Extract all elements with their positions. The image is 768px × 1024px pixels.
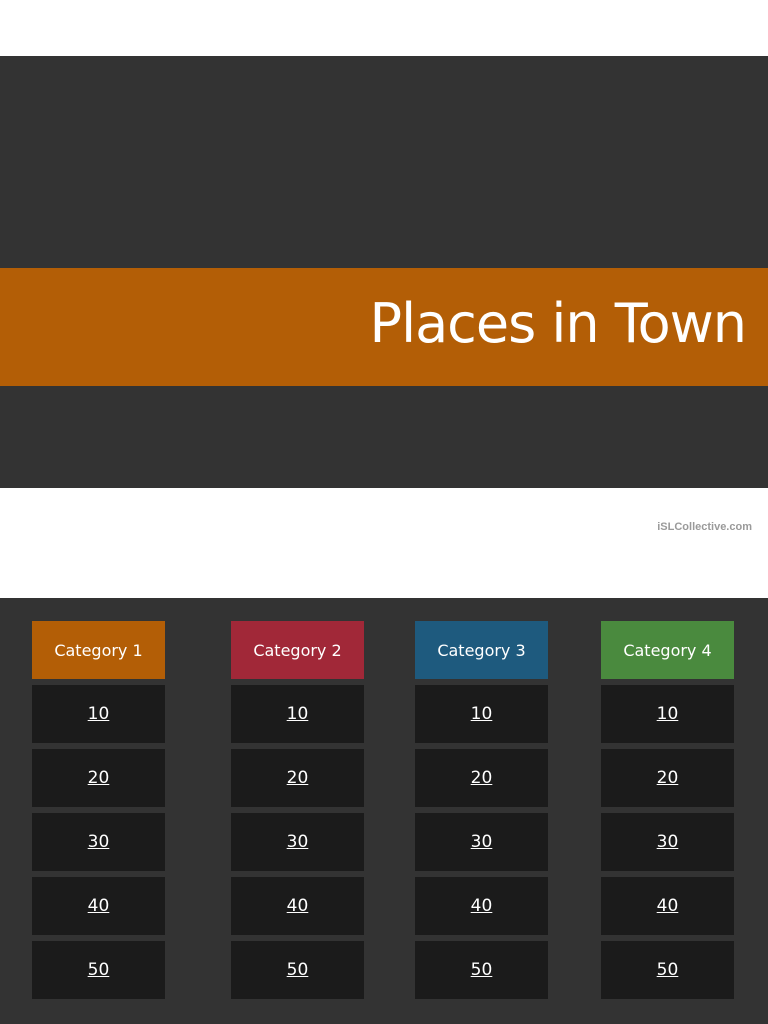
category-column-4: Category 4 10 20 30 40 50 [601, 621, 734, 999]
point-tile-1-50[interactable]: 50 [32, 941, 165, 999]
point-tile-2-40[interactable]: 40 [231, 877, 364, 935]
point-tile-3-20[interactable]: 20 [415, 749, 548, 807]
point-tile-4-50[interactable]: 50 [601, 941, 734, 999]
slide-title: Places in Town [369, 292, 747, 355]
category-column-3: Category 3 10 20 30 40 50 [415, 621, 548, 999]
title-slide: Places in Town [0, 56, 768, 488]
point-tile-2-20[interactable]: 20 [231, 749, 364, 807]
point-tile-2-50[interactable]: 50 [231, 941, 364, 999]
point-tile-2-10[interactable]: 10 [231, 685, 364, 743]
point-tile-4-10[interactable]: 10 [601, 685, 734, 743]
point-tile-4-20[interactable]: 20 [601, 749, 734, 807]
point-tile-3-50[interactable]: 50 [415, 941, 548, 999]
point-tile-3-30[interactable]: 30 [415, 813, 548, 871]
point-tile-1-20[interactable]: 20 [32, 749, 165, 807]
point-tile-3-40[interactable]: 40 [415, 877, 548, 935]
category-column-2: Category 2 10 20 30 40 50 [231, 621, 364, 999]
point-tile-3-10[interactable]: 10 [415, 685, 548, 743]
point-tile-1-10[interactable]: 10 [32, 685, 165, 743]
category-header-1[interactable]: Category 1 [32, 621, 165, 679]
point-tile-4-30[interactable]: 30 [601, 813, 734, 871]
game-board-slide: Category 1 10 20 30 40 50 Category 2 10 20 30 40 50… [0, 598, 768, 1024]
point-tile-1-30[interactable]: 30 [32, 813, 165, 871]
category-header-3[interactable]: Category 3 [415, 621, 548, 679]
title-band: Places in Town [0, 268, 768, 386]
category-column-1: Category 1 10 20 30 40 50 [32, 621, 165, 999]
category-header-4[interactable]: Category 4 [601, 621, 734, 679]
watermark: iSLCollective.com [657, 521, 752, 533]
point-tile-1-40[interactable]: 40 [32, 877, 165, 935]
category-header-2[interactable]: Category 2 [231, 621, 364, 679]
point-tile-4-40[interactable]: 40 [601, 877, 734, 935]
point-tile-2-30[interactable]: 30 [231, 813, 364, 871]
